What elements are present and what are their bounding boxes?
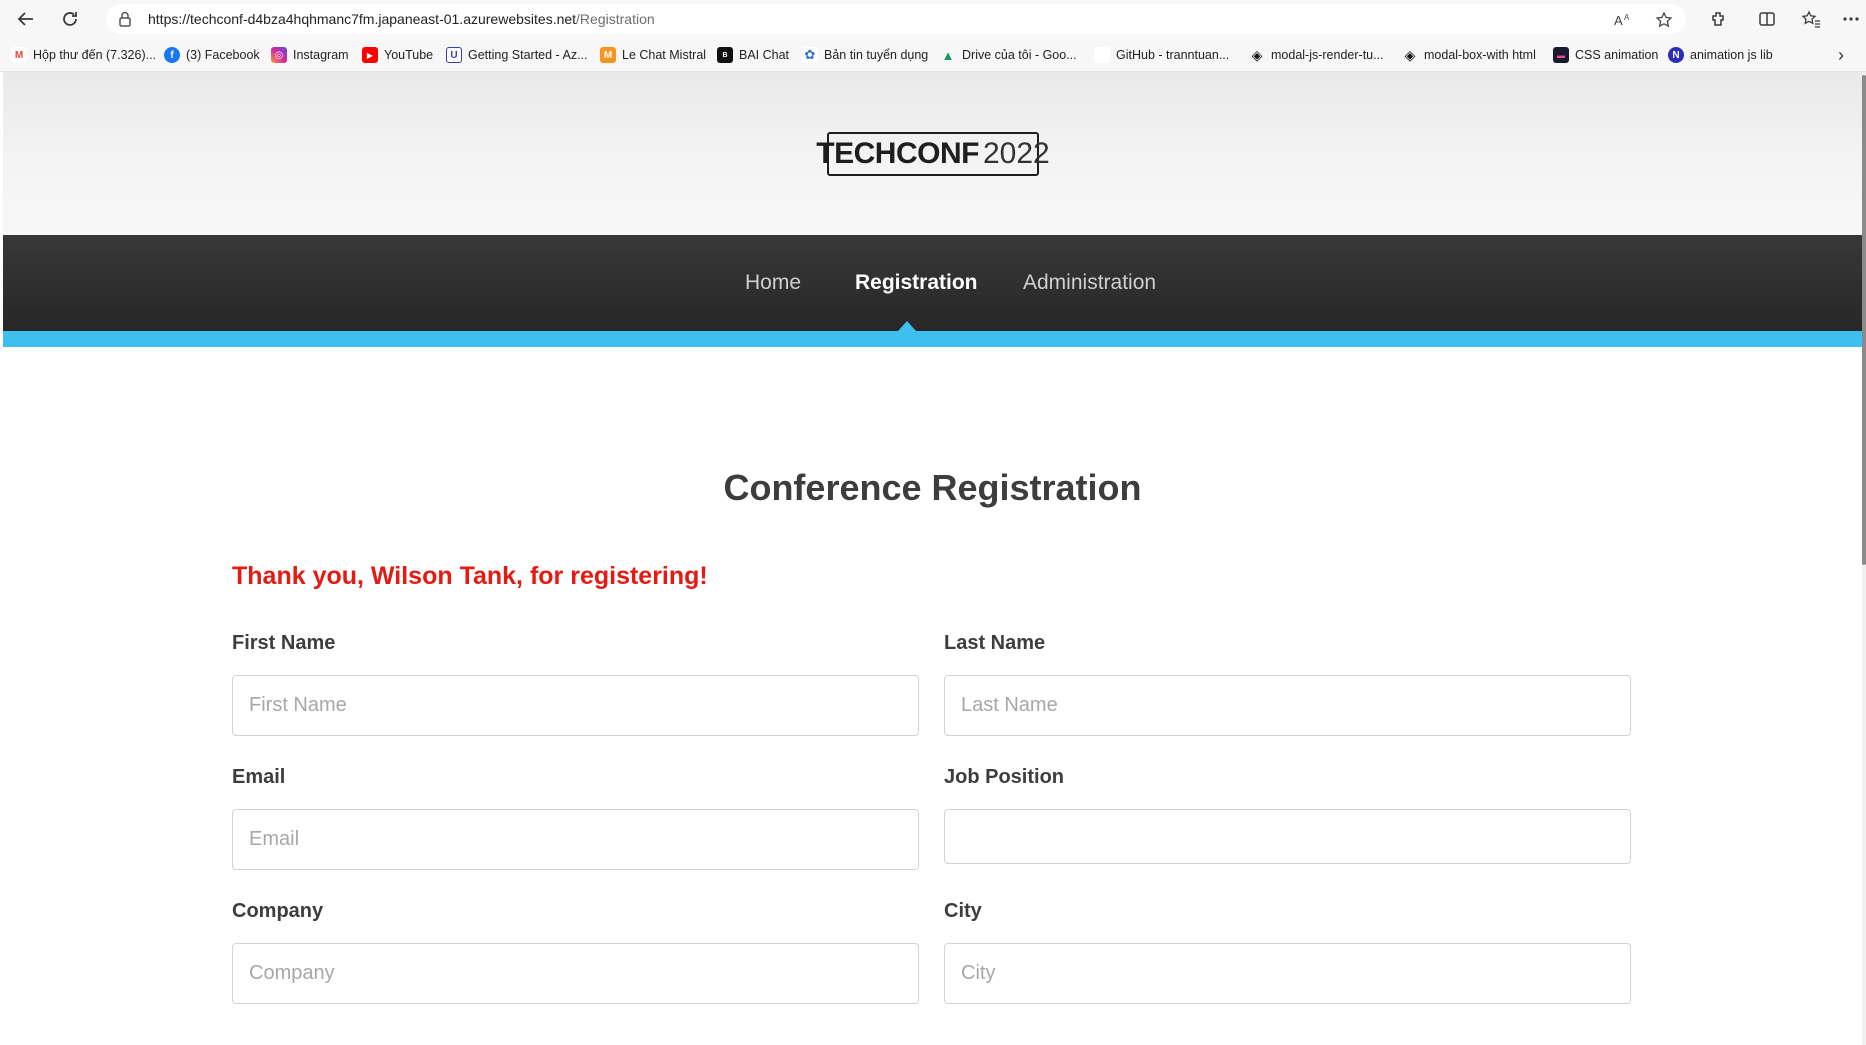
bookmark-facebook[interactable]: f (3) Facebook <box>164 45 260 65</box>
scrollbar-thumb[interactable] <box>1862 75 1866 565</box>
bookmark-label: animation js lib <box>1690 48 1773 62</box>
bookmark-label: Drive của tôi - Goo... <box>962 48 1077 62</box>
bookmark-label: modal-box-with html <box>1424 48 1536 62</box>
bookmark-label: modal-js-render-tu... <box>1271 48 1384 62</box>
email-label: Email <box>232 766 286 788</box>
email-input[interactable] <box>232 809 919 870</box>
favorites-icon[interactable] <box>1796 4 1826 34</box>
google-drive-icon: ▲ <box>941 47 955 63</box>
bookmark-youtube[interactable]: ▶ YouTube <box>362 45 433 65</box>
site-header: TECHCONF 2022 <box>3 72 1862 235</box>
bookmark-css-animation[interactable]: ▬ CSS animation <box>1553 45 1658 65</box>
bookmark-modal-box-with-html[interactable]: ◈ modal-box-with html <box>1402 45 1536 65</box>
bookmark-label: GitHub - tranntuan... <box>1116 48 1230 62</box>
chevron-right-icon[interactable]: › <box>1838 45 1844 66</box>
active-nav-indicator <box>898 321 916 331</box>
nav-home[interactable]: Home <box>745 271 801 295</box>
youtube-icon: ▶ <box>362 47 378 63</box>
bookmark-ban-tin-tuyen-dung[interactable]: ✿ Bản tin tuyển dụng <box>802 45 928 65</box>
people-icon: ✿ <box>802 47 818 63</box>
bookmark-label: Bản tin tuyển dụng <box>824 48 929 62</box>
first-name-input[interactable] <box>232 675 919 736</box>
notion-icon: N <box>1668 47 1684 63</box>
bookmarks-bar: M Hộp thư đến (7.326)... f (3) Facebook … <box>0 37 1866 72</box>
company-input[interactable] <box>232 943 919 1004</box>
bookmark-label: Getting Started - Az... <box>468 48 588 62</box>
back-arrow-icon[interactable] <box>11 4 41 34</box>
codepen-icon: ◈ <box>1404 46 1416 63</box>
bookmark-modal-js-render[interactable]: ◈ modal-js-render-tu... <box>1249 45 1384 65</box>
bookmark-label: Instagram <box>293 48 349 62</box>
extensions-icon[interactable] <box>1703 4 1733 34</box>
bookmark-animation-js-lib[interactable]: N animation js lib <box>1668 45 1773 65</box>
logo-year: 2022 <box>982 137 1050 170</box>
bookmark-label: Hộp thư đến (7.326)... <box>33 48 157 62</box>
bookmark-google-drive[interactable]: ▲ Drive của tôi - Goo... <box>940 45 1077 65</box>
bookmark-azure-getting-started[interactable]: U Getting Started - Az... <box>446 45 588 65</box>
reload-icon[interactable] <box>55 4 85 34</box>
url-text[interactable]: https://techconf-d4bza4hqhmanc7fm.japane… <box>148 11 655 27</box>
last-name-input[interactable] <box>944 675 1631 736</box>
bookmark-instagram[interactable]: ◎ Instagram <box>271 45 349 65</box>
gmail-icon: M <box>11 47 27 63</box>
first-name-label: First Name <box>232 632 336 654</box>
favorite-star-icon[interactable] <box>1653 9 1675 31</box>
site-logo[interactable]: TECHCONF 2022 <box>816 132 1050 176</box>
nav-registration[interactable]: Registration <box>855 271 978 295</box>
azure-icon: U <box>446 47 462 63</box>
logo-text: TECHCONF <box>816 137 979 170</box>
web-page: TECHCONF 2022 Home Registration Administr… <box>3 72 1862 1045</box>
browser-toolbar: https://techconf-d4bza4hqhmanc7fm.japane… <box>0 0 1866 37</box>
url-path: /Registration <box>576 11 655 27</box>
github-icon <box>1094 47 1110 63</box>
more-menu-icon[interactable] <box>1838 4 1864 34</box>
lock-icon[interactable] <box>116 10 134 28</box>
svg-text:A: A <box>1614 13 1623 28</box>
codepen-icon: ◈ <box>1251 46 1263 63</box>
bookmark-bai-chat[interactable]: B BAI Chat <box>717 45 789 65</box>
bookmark-label: Le Chat Mistral <box>622 48 707 62</box>
job-position-input[interactable] <box>944 809 1631 864</box>
instagram-icon: ◎ <box>271 47 287 63</box>
mistral-icon: M <box>600 47 616 63</box>
baichat-icon: B <box>717 47 733 63</box>
bookmark-label: CSS animation <box>1575 48 1659 62</box>
css-animation-icon: ▬ <box>1553 47 1569 63</box>
job-position-label: Job Position <box>944 766 1064 788</box>
split-screen-icon[interactable] <box>1752 4 1782 34</box>
address-bar[interactable]: https://techconf-d4bza4hqhmanc7fm.japane… <box>106 4 1686 34</box>
read-aloud-icon[interactable]: AA <box>1613 9 1635 31</box>
bookmark-gmail[interactable]: M Hộp thư đến (7.326)... <box>11 45 156 65</box>
svg-text:A: A <box>1624 13 1630 22</box>
bookmark-label: BAI Chat <box>739 48 790 62</box>
city-label: City <box>944 900 982 922</box>
main-nav: Home Registration Administration <box>3 235 1862 331</box>
bookmark-github[interactable]: GitHub - tranntuan... <box>1094 45 1229 65</box>
url-host: https://techconf-d4bza4hqhmanc7fm.japane… <box>148 11 577 27</box>
company-label: Company <box>232 900 324 922</box>
page-title: Conference Registration <box>723 467 1142 508</box>
bookmark-label: YouTube <box>384 48 434 62</box>
facebook-icon: f <box>164 47 180 63</box>
bookmark-label: (3) Facebook <box>186 48 260 62</box>
last-name-label: Last Name <box>944 632 1046 654</box>
nav-administration[interactable]: Administration <box>1023 271 1156 295</box>
thank-you-message: Thank you, Wilson Tank, for registering! <box>232 562 708 590</box>
nav-accent-stripe <box>3 331 1862 347</box>
city-input[interactable] <box>944 943 1631 1004</box>
bookmark-le-chat-mistral[interactable]: M Le Chat Mistral <box>600 45 706 65</box>
